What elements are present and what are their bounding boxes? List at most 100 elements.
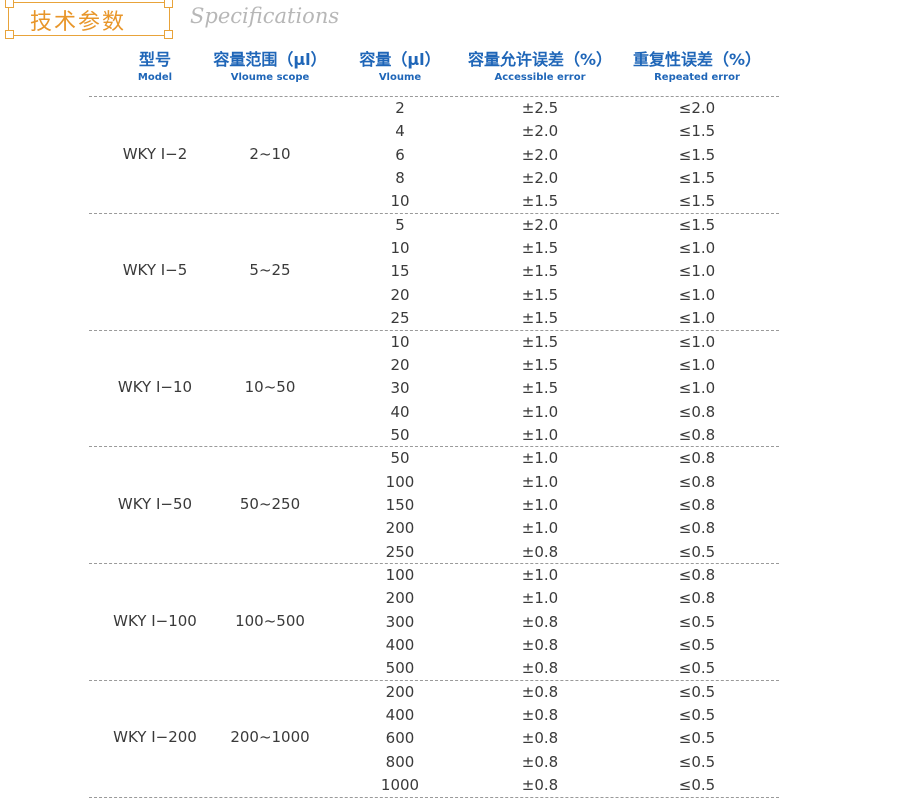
cell-rep: ≤1.0 (678, 309, 716, 328)
row-divider (89, 212, 779, 214)
cell-rep: ≤0.8 (678, 589, 716, 608)
cell-rep: ≤0.5 (678, 682, 716, 701)
cell-volume: 40 (390, 402, 410, 421)
cell-acc: ±1.5 (521, 332, 559, 351)
cell-volume: 200 (385, 589, 415, 608)
cell-acc: ±2.0 (521, 169, 559, 188)
cell-volume: 400 (385, 636, 415, 655)
cell-rep: ≤1.5 (678, 215, 716, 234)
cell-model: WKY I−50 (117, 494, 193, 513)
cell-rep: ≤0.5 (678, 659, 716, 678)
cell-acc: ±1.0 (521, 449, 559, 468)
cell-rep: ≤0.5 (678, 542, 716, 561)
cell-acc: ±1.0 (521, 519, 559, 538)
row-divider (89, 679, 779, 681)
cell-volume: 200 (385, 519, 415, 538)
cell-model: WKY I−100 (113, 611, 197, 630)
cell-volume: 800 (385, 752, 415, 771)
cell-acc: ±0.8 (521, 542, 559, 561)
cell-volume: 200 (385, 682, 415, 701)
row-divider (89, 96, 779, 97)
cell-volume: 500 (385, 659, 415, 678)
cell-volume: 4 (395, 122, 405, 141)
cell-acc: ±1.5 (521, 239, 559, 258)
cell-acc: ±1.5 (521, 355, 559, 374)
cell-acc: ±2.0 (521, 122, 559, 141)
cell-rep: ≤1.5 (678, 192, 716, 211)
cell-acc: ±2.0 (521, 145, 559, 164)
cell-volume: 300 (385, 612, 415, 631)
cell-acc: ±1.5 (521, 262, 559, 281)
cell-scope: 100~500 (235, 611, 305, 630)
cell-volume: 6 (395, 145, 405, 164)
cell-rep: ≤1.0 (678, 285, 716, 304)
cell-rep: ≤0.5 (678, 729, 716, 748)
cell-model: WKY I−2 (122, 144, 188, 163)
cell-acc: ±1.5 (521, 309, 559, 328)
cell-acc: ±0.8 (521, 752, 559, 771)
cell-acc: ±0.8 (521, 636, 559, 655)
cell-acc: ±2.5 (521, 99, 559, 117)
cell-scope: 10~50 (244, 378, 296, 397)
cell-model: WKY I−10 (117, 378, 193, 397)
cell-rep: ≤0.8 (678, 449, 716, 468)
cell-volume: 5 (395, 215, 405, 234)
section-title-en: Specifications (190, 4, 340, 28)
frame-corner-icon (164, 0, 173, 8)
cell-rep: ≤0.8 (678, 402, 716, 421)
cell-scope: 2~10 (249, 144, 291, 163)
column-header-cn: 容量允许误差（%） (467, 50, 613, 69)
cell-acc: ±0.8 (521, 659, 559, 678)
cell-rep: ≤0.5 (678, 776, 716, 795)
cell-acc: ±1.5 (521, 192, 559, 211)
cell-acc: ±1.0 (521, 425, 559, 444)
cell-acc: ±0.8 (521, 776, 559, 795)
cell-rep: ≤0.8 (678, 566, 716, 584)
cell-acc: ±2.0 (521, 215, 559, 234)
cell-rep: ≤0.8 (678, 519, 716, 538)
cell-volume: 10 (390, 192, 410, 211)
column-header-3: 容量允许误差（%） Accessible error (468, 46, 612, 83)
cell-volume: 10 (390, 332, 410, 351)
cell-volume: 50 (390, 425, 410, 444)
column-header-en: Vloume (378, 72, 422, 83)
cell-rep: ≤0.5 (678, 612, 716, 631)
column-header-en: Accessible error (494, 72, 586, 83)
cell-volume: 1000 (380, 776, 420, 795)
cell-rep: ≤0.8 (678, 425, 716, 444)
cell-rep: ≤0.8 (678, 495, 716, 514)
cell-acc: ±1.0 (521, 495, 559, 514)
cell-volume: 15 (390, 262, 410, 281)
cell-acc: ±1.5 (521, 285, 559, 304)
cell-volume: 20 (390, 285, 410, 304)
column-header-0: 型号 Model (138, 46, 172, 83)
cell-volume: 150 (385, 495, 415, 514)
column-header-en: Repeated error (654, 72, 740, 83)
cell-rep: ≤0.8 (678, 472, 716, 491)
column-header-cn: 型号 (138, 50, 172, 69)
row-divider (89, 563, 779, 564)
section-title-badge: 技术参数 (5, 0, 173, 39)
column-header-cn: 容量范围（μl） (213, 50, 327, 69)
cell-rep: ≤0.5 (678, 706, 716, 725)
cell-acc: ±1.0 (521, 402, 559, 421)
cell-acc: ±0.8 (521, 706, 559, 725)
column-header-en: Vloume scope (230, 72, 310, 83)
row-divider (89, 796, 779, 798)
cell-acc: ±0.8 (521, 729, 559, 748)
cell-scope: 5~25 (249, 261, 291, 280)
cell-model: WKY I−200 (113, 728, 197, 747)
cell-rep: ≤0.5 (678, 636, 716, 655)
cell-acc: ±1.0 (521, 472, 559, 491)
cell-volume: 2 (395, 99, 405, 117)
cell-volume: 20 (390, 355, 410, 374)
frame-corner-icon (5, 0, 14, 8)
column-header-2: 容量（μl） Vloume (359, 46, 440, 83)
cell-volume: 600 (385, 729, 415, 748)
column-header-cn: 容量（μl） (359, 50, 441, 69)
section-title-cn: 技术参数 (30, 10, 127, 35)
column-header-1: 容量范围（μl） Vloume scope (213, 46, 326, 83)
cell-rep: ≤1.0 (678, 355, 716, 374)
column-header-en: Model (137, 72, 173, 83)
cell-scope: 50~250 (239, 494, 301, 513)
